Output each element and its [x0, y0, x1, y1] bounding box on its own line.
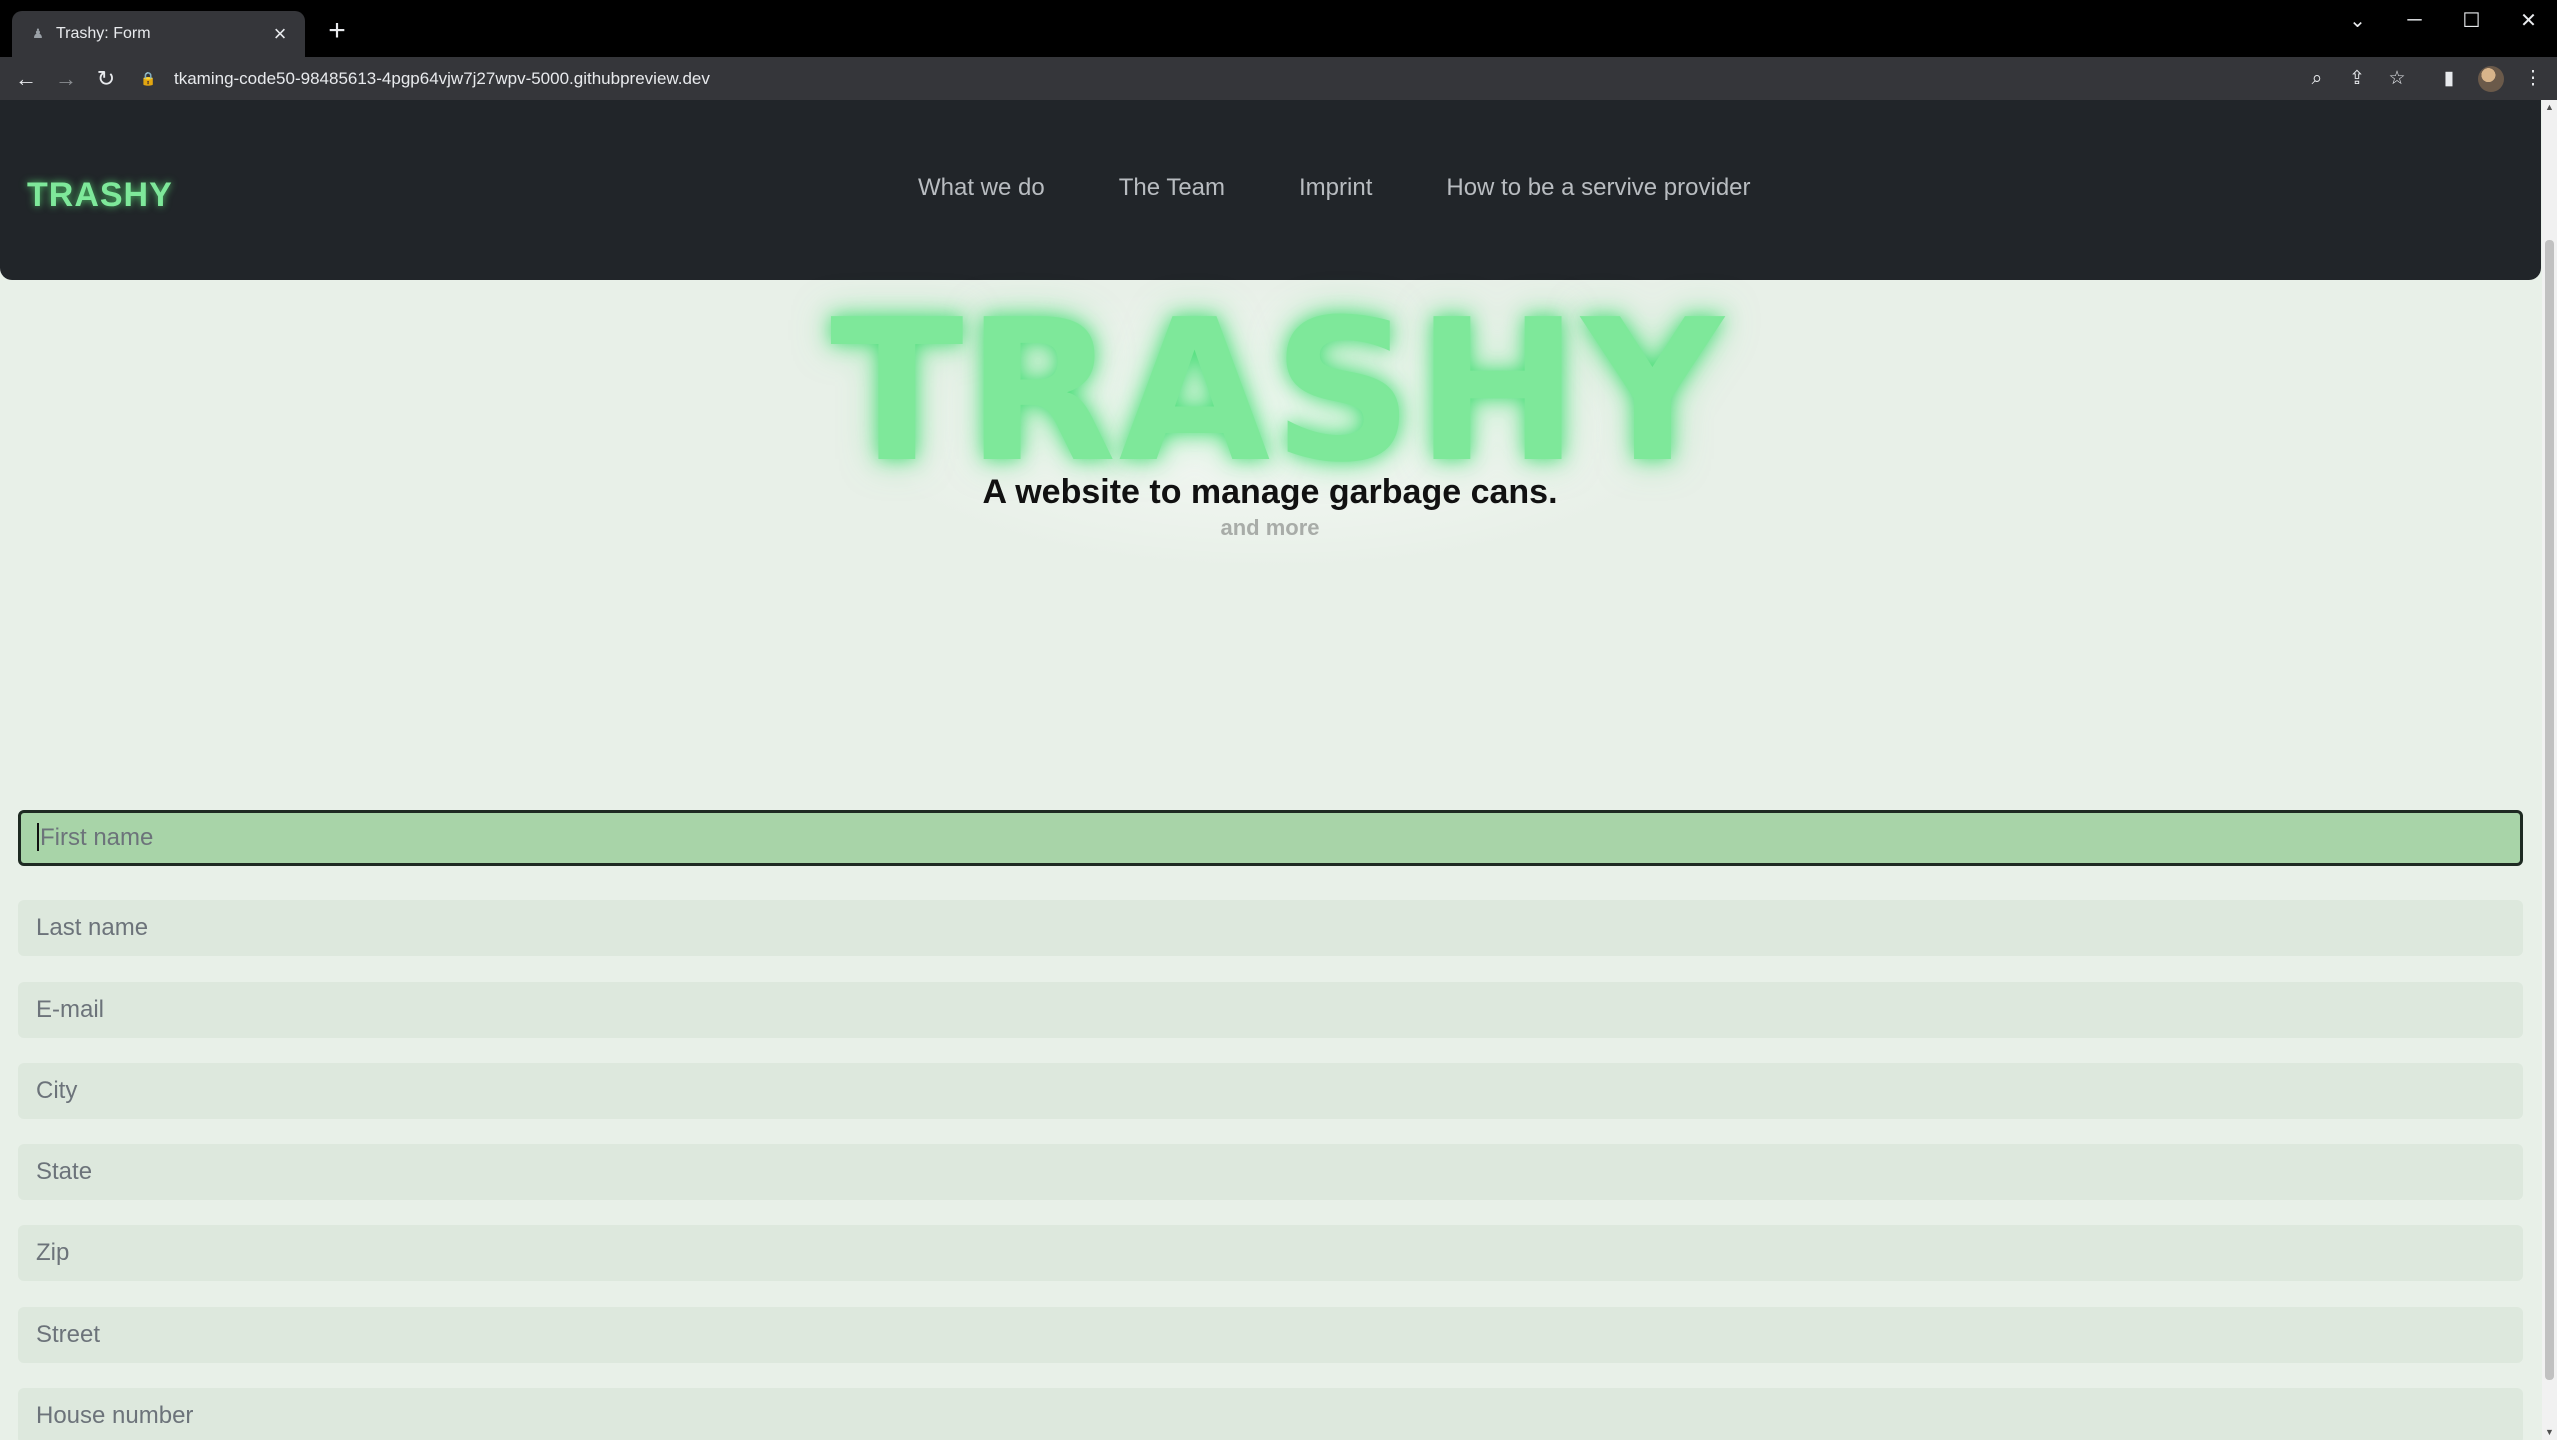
nav-links: What we do The Team Imprint How to be a … [918, 174, 1751, 202]
maximize-icon[interactable]: ☐ [2443, 0, 2500, 40]
browser-tab[interactable]: ♟ Trashy: Form × [12, 11, 305, 57]
brand-logo[interactable]: TRASHY [27, 176, 173, 215]
close-icon[interactable]: × [269, 21, 291, 46]
arrow-right-icon[interactable]: → [46, 59, 86, 99]
zoom-icon[interactable]: ⌕ [2297, 59, 2337, 99]
scrollbar-thumb[interactable] [2545, 240, 2554, 1380]
city-input[interactable]: City [18, 1063, 2523, 1119]
text-caret [37, 822, 39, 851]
toolbar-actions: ⌕ ⇪ ☆ ▮ ⋮ [2297, 57, 2557, 100]
star-icon[interactable]: ☆ [2377, 59, 2417, 99]
street-input[interactable]: Street [18, 1307, 2523, 1363]
nav-link-service-provider[interactable]: How to be a servive provider [1446, 174, 1750, 202]
nav-link-imprint[interactable]: Imprint [1299, 174, 1372, 202]
address-bar[interactable]: 🔒 tkaming-code50-98485613-4pgp64vjw7j27w… [140, 61, 2370, 96]
hero-tagline: and more [1220, 515, 1320, 540]
first-name-input[interactable]: First name [18, 810, 2523, 866]
last-name-input[interactable]: Last name [18, 900, 2523, 956]
share-icon[interactable]: ⇪ [2337, 59, 2377, 99]
kebab-menu-icon[interactable]: ⋮ [2513, 59, 2553, 99]
reload-icon[interactable]: ↻ [86, 59, 126, 99]
page-favicon-icon: ♟ [32, 26, 44, 41]
hero: TRASHY A website to manage garbage cans.… [830, 278, 1726, 582]
page-viewport: TRASHY What we do The Team Imprint How t… [0, 100, 2557, 1440]
tab-title: Trashy: Form [56, 25, 151, 42]
browser-titlebar: ♟ Trashy: Form × + ⌄ ─ ☐ ✕ [0, 0, 2557, 57]
state-input[interactable]: State [18, 1144, 2523, 1200]
site-navbar: TRASHY What we do The Team Imprint How t… [0, 100, 2541, 280]
minimize-icon[interactable]: ─ [2386, 0, 2443, 40]
window-controls: ⌄ ─ ☐ ✕ [2329, 0, 2557, 40]
house-number-input[interactable]: House number [18, 1388, 2523, 1440]
scroll-down-icon[interactable]: ▼ [2542, 1425, 2557, 1440]
profile-avatar[interactable] [2469, 59, 2513, 99]
nav-link-the-team[interactable]: The Team [1119, 174, 1225, 202]
avatar [2478, 65, 2504, 92]
lock-icon[interactable]: 🔒 [140, 71, 160, 87]
plus-icon[interactable]: + [322, 16, 352, 46]
zip-input[interactable]: Zip [18, 1225, 2523, 1281]
hero-subtitle: A website to manage garbage cans. [982, 473, 1558, 511]
browser-toolbar: ← → ↻ 🔒 tkaming-code50-98485613-4pgp64vj… [0, 57, 2557, 100]
nav-link-what-we-do[interactable]: What we do [918, 174, 1045, 202]
chevron-down-icon[interactable]: ⌄ [2329, 0, 2386, 40]
hero-title: TRASHY [830, 278, 1726, 506]
email-input[interactable]: E-mail [18, 982, 2523, 1038]
first-name-placeholder: First name [40, 824, 154, 851]
url-text[interactable]: tkaming-code50-98485613-4pgp64vjw7j27wpv… [174, 69, 710, 89]
side-panel-icon[interactable]: ▮ [2429, 59, 2469, 99]
window-close-icon[interactable]: ✕ [2500, 0, 2557, 40]
scroll-up-icon[interactable]: ▲ [2542, 100, 2557, 115]
arrow-left-icon[interactable]: ← [6, 59, 46, 99]
page-scrollbar[interactable]: ▲ ▼ [2542, 100, 2557, 1440]
